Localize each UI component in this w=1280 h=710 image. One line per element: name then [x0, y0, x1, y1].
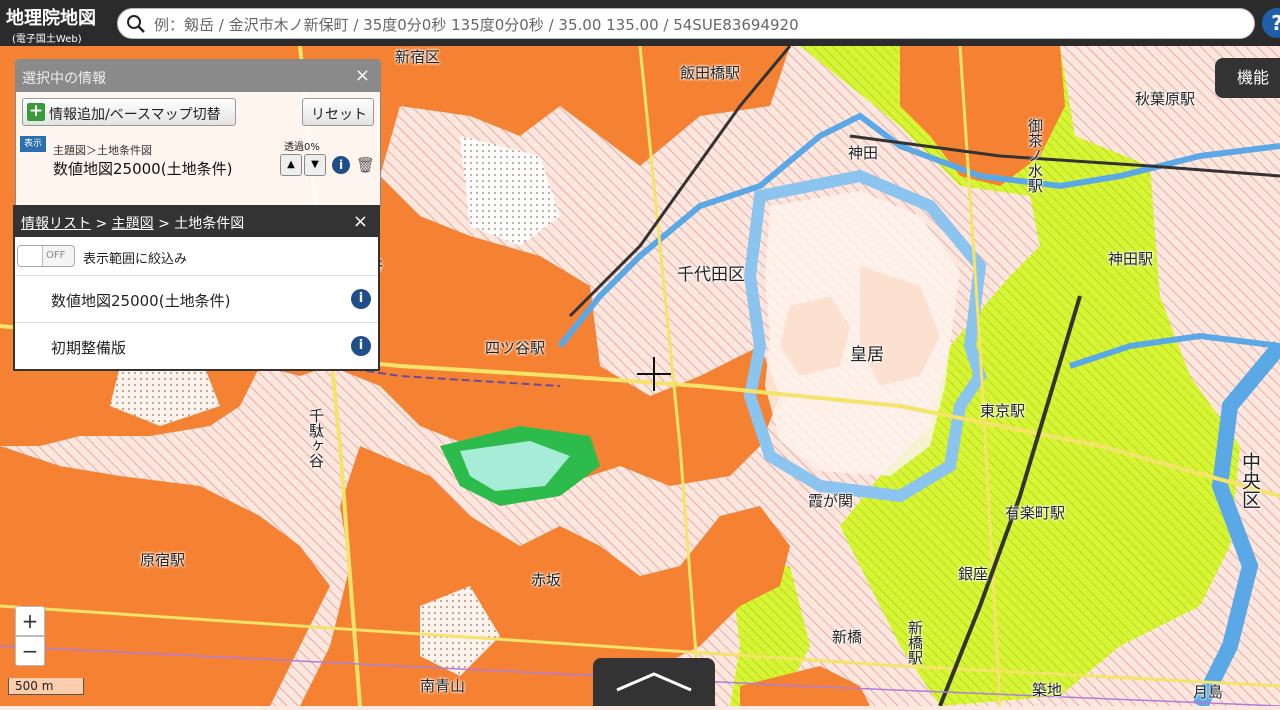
- station-label: 飯田橋駅: [680, 64, 741, 82]
- place-label: 新宿区: [395, 48, 441, 66]
- info-list-panel: 情報リスト > 主題図 > 土地条件図 × OFF 表示範囲に絞込み 数値地図2…: [13, 205, 380, 371]
- move-down-button[interactable]: ▼: [304, 154, 326, 176]
- station-label: 秋葉原駅: [1135, 90, 1196, 108]
- station-label: 東京駅: [980, 402, 1026, 420]
- ward-label: 千代田区: [677, 265, 745, 285]
- list-item[interactable]: 初期整備版 i: [15, 322, 378, 369]
- list-item[interactable]: 数値地図25000(土地条件) i: [15, 275, 378, 322]
- place-label: 月島: [1193, 683, 1224, 701]
- place-label: 銀座: [958, 565, 989, 583]
- ward-label: 中央区: [1239, 452, 1261, 509]
- station-label: 有楽町駅: [1005, 504, 1066, 522]
- logo-subtitle: (電子国土Web): [12, 34, 82, 45]
- add-info-button[interactable]: + 情報追加/ベースマップ切替: [22, 98, 236, 126]
- breadcrumb-separator: >: [95, 216, 108, 232]
- visibility-badge[interactable]: 表示: [20, 136, 46, 152]
- toggle-knob: [18, 246, 43, 266]
- chevron-up-icon: [616, 672, 692, 692]
- scale-label: 500 m: [15, 679, 54, 693]
- header-bar: 地理院地図 (電子国土Web) ?: [0, 0, 1280, 46]
- reset-label: リセット: [311, 107, 367, 123]
- place-label: 霞が関: [808, 492, 854, 510]
- function-menu-button[interactable]: 機能: [1215, 58, 1280, 98]
- toggle-state: OFF: [46, 250, 66, 261]
- logo-title: 地理院地図: [6, 8, 96, 29]
- move-up-button[interactable]: ▲: [280, 154, 302, 176]
- bottom-drawer-handle[interactable]: [593, 658, 715, 706]
- add-info-label: 情報追加/ベースマップ切替: [49, 107, 221, 123]
- opacity-value[interactable]: 透過0%: [284, 138, 320, 153]
- help-button[interactable]: ?: [1262, 8, 1280, 38]
- layer-name: 数値地図25000(土地条件): [53, 160, 233, 178]
- breadcrumb-separator: >: [158, 216, 170, 232]
- trash-icon[interactable]: 🗑: [356, 156, 375, 174]
- place-label: 築地: [1032, 681, 1063, 699]
- crosshair-icon: [637, 357, 671, 391]
- place-label: 皇居: [850, 345, 884, 365]
- place-label: 神田: [848, 144, 879, 162]
- search-icon[interactable]: [126, 14, 146, 34]
- place-label: 新橋: [832, 628, 863, 646]
- close-icon[interactable]: ×: [355, 65, 370, 86]
- list-item-label: 数値地図25000(土地条件): [51, 292, 231, 310]
- search-input[interactable]: [152, 12, 1246, 38]
- info-icon[interactable]: i: [351, 289, 371, 309]
- breadcrumb-root[interactable]: 情報リスト: [21, 216, 91, 232]
- breadcrumb-current: 土地条件図: [174, 216, 245, 232]
- close-icon[interactable]: ×: [353, 211, 368, 232]
- station-label: 御茶ノ水駅: [1026, 118, 1044, 193]
- info-icon[interactable]: i: [351, 336, 371, 356]
- list-item-label: 初期整備版: [51, 339, 127, 357]
- place-label: 千駄ヶ谷: [307, 408, 325, 468]
- info-icon[interactable]: i: [332, 156, 350, 174]
- station-label: 原宿駅: [140, 551, 186, 569]
- reset-button[interactable]: リセット: [302, 98, 374, 126]
- zoom-in-button[interactable]: +: [15, 606, 45, 636]
- panel-header[interactable]: 選択中の情報 ×: [16, 60, 380, 92]
- scale-bar: 500 m: [8, 678, 84, 695]
- plus-icon: +: [27, 101, 45, 121]
- panel-title: 選択中の情報: [22, 71, 106, 87]
- place-label: 南青山: [420, 677, 466, 695]
- place-label: 赤坂: [531, 571, 562, 589]
- selected-info-panel: 選択中の情報 × + 情報追加/ベースマップ切替 リセット 表示 主題図＞土地条…: [15, 59, 381, 211]
- station-label: 四ツ谷駅: [485, 339, 546, 357]
- filter-label: 表示範囲に絞込み: [83, 252, 188, 267]
- app-logo[interactable]: 地理院地図 (電子国土Web): [4, 4, 112, 45]
- breadcrumb: 情報リスト > 主題図 > 土地条件図: [21, 213, 244, 233]
- search-box[interactable]: [117, 8, 1255, 39]
- breadcrumb-theme[interactable]: 主題図: [112, 216, 154, 232]
- list-header: 情報リスト > 主題図 > 土地条件図 ×: [15, 207, 378, 237]
- filter-toggle[interactable]: OFF: [17, 245, 75, 267]
- layer-path: 主題図＞土地条件図: [53, 144, 152, 157]
- station-label: 神田駅: [1108, 250, 1154, 268]
- station-label: 新橋駅: [906, 620, 924, 665]
- zoom-out-button[interactable]: −: [15, 636, 45, 666]
